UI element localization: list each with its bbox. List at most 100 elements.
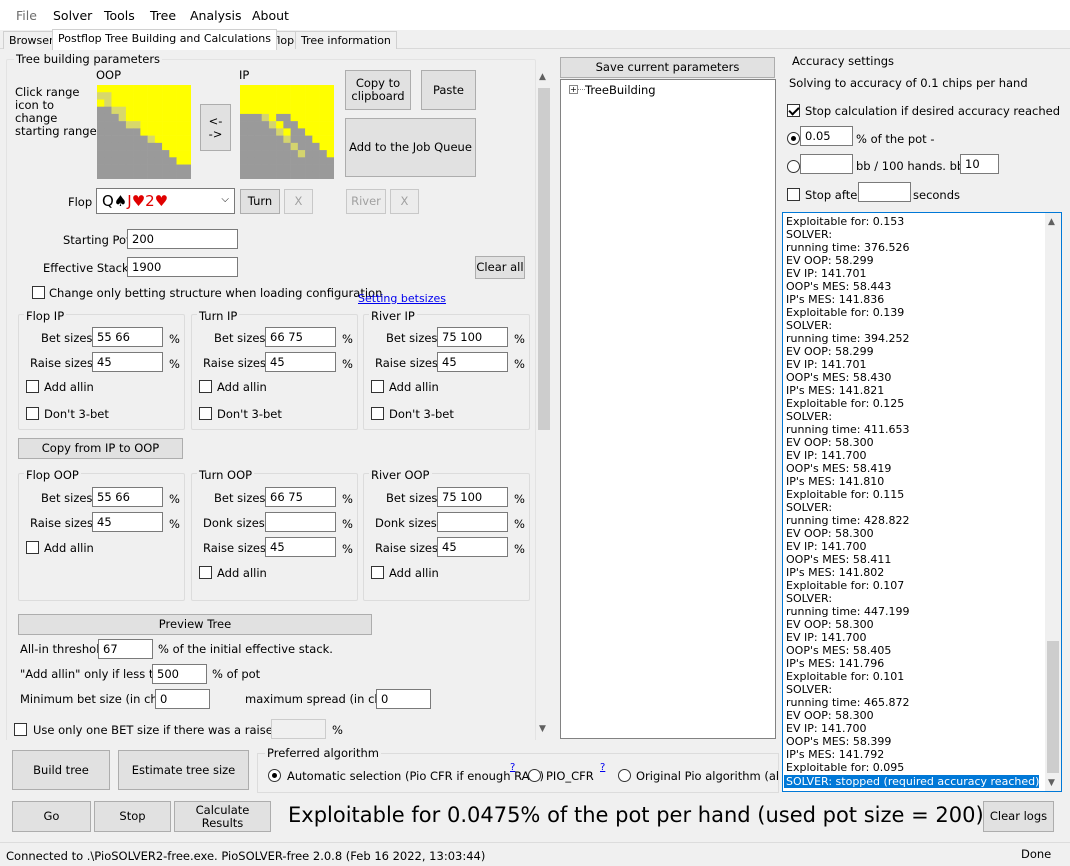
algo-pio-cfr-help-link[interactable]: ?	[600, 762, 605, 773]
menu-file[interactable]: File	[16, 8, 37, 23]
range-cell	[276, 164, 284, 173]
save-params-button[interactable]: Save current parameters	[560, 57, 775, 78]
clear-all-button[interactable]: Clear all	[475, 256, 525, 279]
change-only-checkbox[interactable]	[32, 286, 45, 299]
log-scroll-down-icon[interactable]: ▼	[1048, 778, 1055, 788]
range-cell	[111, 121, 119, 129]
swap-ranges-button[interactable]: <- ->	[200, 104, 231, 151]
estimate-tree-size-button[interactable]: Estimate tree size	[118, 750, 249, 790]
effective-stacks-input[interactable]: 1900	[127, 257, 238, 277]
setting-betsizes-link[interactable]: Setting betsizes	[358, 292, 446, 305]
raise-sizes-input[interactable]: 45	[437, 537, 508, 557]
log-line: OOP's MES: 58.405	[786, 644, 892, 657]
solver-log[interactable]: Exploitable for: 0.153 SOLVER: running tim…	[782, 212, 1062, 792]
add-allin-checkbox[interactable]	[26, 541, 39, 554]
go-button[interactable]: Go	[12, 801, 91, 832]
bb-radio[interactable]	[787, 160, 800, 173]
raise-sizes-input[interactable]: 45	[92, 512, 163, 532]
menu-tree[interactable]: Tree	[150, 8, 176, 23]
calculate-results-button[interactable]: Calculate Results	[174, 801, 271, 832]
dont-3bet-checkbox[interactable]	[199, 407, 212, 420]
preview-tree-button[interactable]: Preview Tree	[18, 614, 372, 635]
river-button[interactable]: River	[346, 189, 386, 214]
add-allin-checkbox[interactable]	[199, 566, 212, 579]
donk-sizes-input[interactable]	[437, 512, 508, 532]
paste-button[interactable]: Paste	[421, 70, 476, 110]
algo-auto-help-link[interactable]: ?	[510, 762, 515, 773]
pot-radio[interactable]	[787, 132, 800, 145]
algo-original-radio[interactable]	[618, 769, 631, 782]
bet-sizes-input[interactable]: 75 100	[437, 327, 508, 347]
stop-calc-checkbox[interactable]	[787, 104, 800, 117]
raise-sizes-input[interactable]: 45	[92, 352, 163, 372]
bet-sizes-input[interactable]: 55 66	[92, 327, 163, 347]
range-cell	[283, 121, 291, 129]
donk-sizes-input[interactable]	[265, 512, 336, 532]
range-cell	[297, 85, 306, 93]
clear-logs-button[interactable]: Clear logs	[983, 801, 1054, 832]
copy-ip-to-oop-button[interactable]: Copy from IP to OOP	[18, 438, 183, 459]
raise-sizes-input[interactable]: 45	[265, 537, 336, 557]
min-bet-input[interactable]: 0	[155, 689, 210, 709]
expand-icon[interactable]: +	[569, 85, 578, 94]
flop-select[interactable]: Q♠J♥2♥ ⌵	[96, 188, 235, 214]
bb-size-input[interactable]: 10	[960, 154, 999, 174]
algo-auto-radio[interactable]	[268, 769, 281, 782]
bet-sizes-input[interactable]: 55 66	[92, 487, 163, 507]
tree-node-treebuilding[interactable]: TreeBuilding	[585, 83, 656, 97]
range-cell	[147, 135, 156, 144]
max-spread-input[interactable]: 0	[376, 689, 431, 709]
add-allin-checkbox[interactable]	[26, 380, 39, 393]
dont-3bet-checkbox[interactable]	[371, 407, 384, 420]
range-cell	[125, 121, 134, 129]
tab-tree-information[interactable]: Tree information	[295, 31, 397, 49]
dont-3bet-checkbox[interactable]	[26, 407, 39, 420]
add-job-queue-button[interactable]: Add to the Job Queue	[345, 118, 476, 177]
algo-pio-cfr-radio[interactable]	[528, 769, 541, 782]
turn-clear-button[interactable]: X	[284, 189, 313, 214]
raise-percent: %	[514, 357, 525, 371]
log-scrollbar[interactable]: ▲ ▼	[1045, 213, 1061, 791]
bet-sizes-input[interactable]: 75 100	[437, 487, 508, 507]
menu-tools[interactable]: Tools	[104, 8, 135, 23]
add-allin-checkbox[interactable]	[371, 380, 384, 393]
range-cell	[133, 106, 141, 115]
one-bet-checkbox[interactable]	[14, 723, 27, 736]
log-scroll-up-icon[interactable]: ▲	[1048, 217, 1055, 227]
scroll-down-icon[interactable]: ▼	[539, 724, 546, 734]
add-allin-checkbox[interactable]	[199, 380, 212, 393]
left-scrollbar[interactable]: ▲ ▼	[536, 70, 552, 738]
one-bet-input[interactable]	[271, 719, 326, 739]
build-tree-button[interactable]: Build tree	[12, 750, 110, 790]
stop-button[interactable]: Stop	[94, 801, 171, 832]
range-cell	[261, 113, 270, 122]
log-scroll-thumb[interactable]	[1047, 641, 1059, 773]
stop-after-input[interactable]	[858, 182, 911, 202]
pot-accuracy-input[interactable]: 0.05	[800, 126, 853, 146]
menu-solver[interactable]: Solver	[53, 8, 92, 23]
river-clear-button[interactable]: X	[390, 189, 419, 214]
bet-sizes-input[interactable]: 66 75	[265, 487, 336, 507]
allin-threshold-input[interactable]: 67	[98, 639, 153, 659]
donk-sizes-label: Donk sizes:	[375, 516, 441, 530]
add-allin-checkbox[interactable]	[371, 566, 384, 579]
menu-about[interactable]: About	[252, 8, 289, 23]
scroll-up-icon[interactable]: ▲	[539, 72, 546, 82]
raise-sizes-input[interactable]: 45	[265, 352, 336, 372]
tree-view[interactable]: + TreeBuilding	[560, 79, 776, 739]
stop-after-checkbox[interactable]	[787, 188, 800, 201]
oop-range-icon[interactable]	[97, 85, 191, 179]
bet-percent: %	[514, 492, 525, 506]
bet-sizes-input[interactable]: 66 75	[265, 327, 336, 347]
turn-button[interactable]: Turn	[240, 189, 280, 214]
bb-accuracy-input[interactable]	[800, 154, 853, 174]
raise-sizes-input[interactable]: 45	[437, 352, 508, 372]
menu-analysis[interactable]: Analysis	[190, 8, 242, 23]
left-scroll-thumb[interactable]	[538, 88, 550, 430]
range-cell	[283, 135, 291, 144]
copy-clipboard-button[interactable]: Copy to clipboard	[345, 70, 411, 110]
tab-postflop[interactable]: Postflop Tree Building and Calculations	[52, 29, 277, 50]
starting-pot-input[interactable]: 200	[127, 229, 238, 249]
add-allin-input[interactable]: 500	[152, 664, 207, 684]
ip-range-icon[interactable]	[240, 85, 334, 179]
